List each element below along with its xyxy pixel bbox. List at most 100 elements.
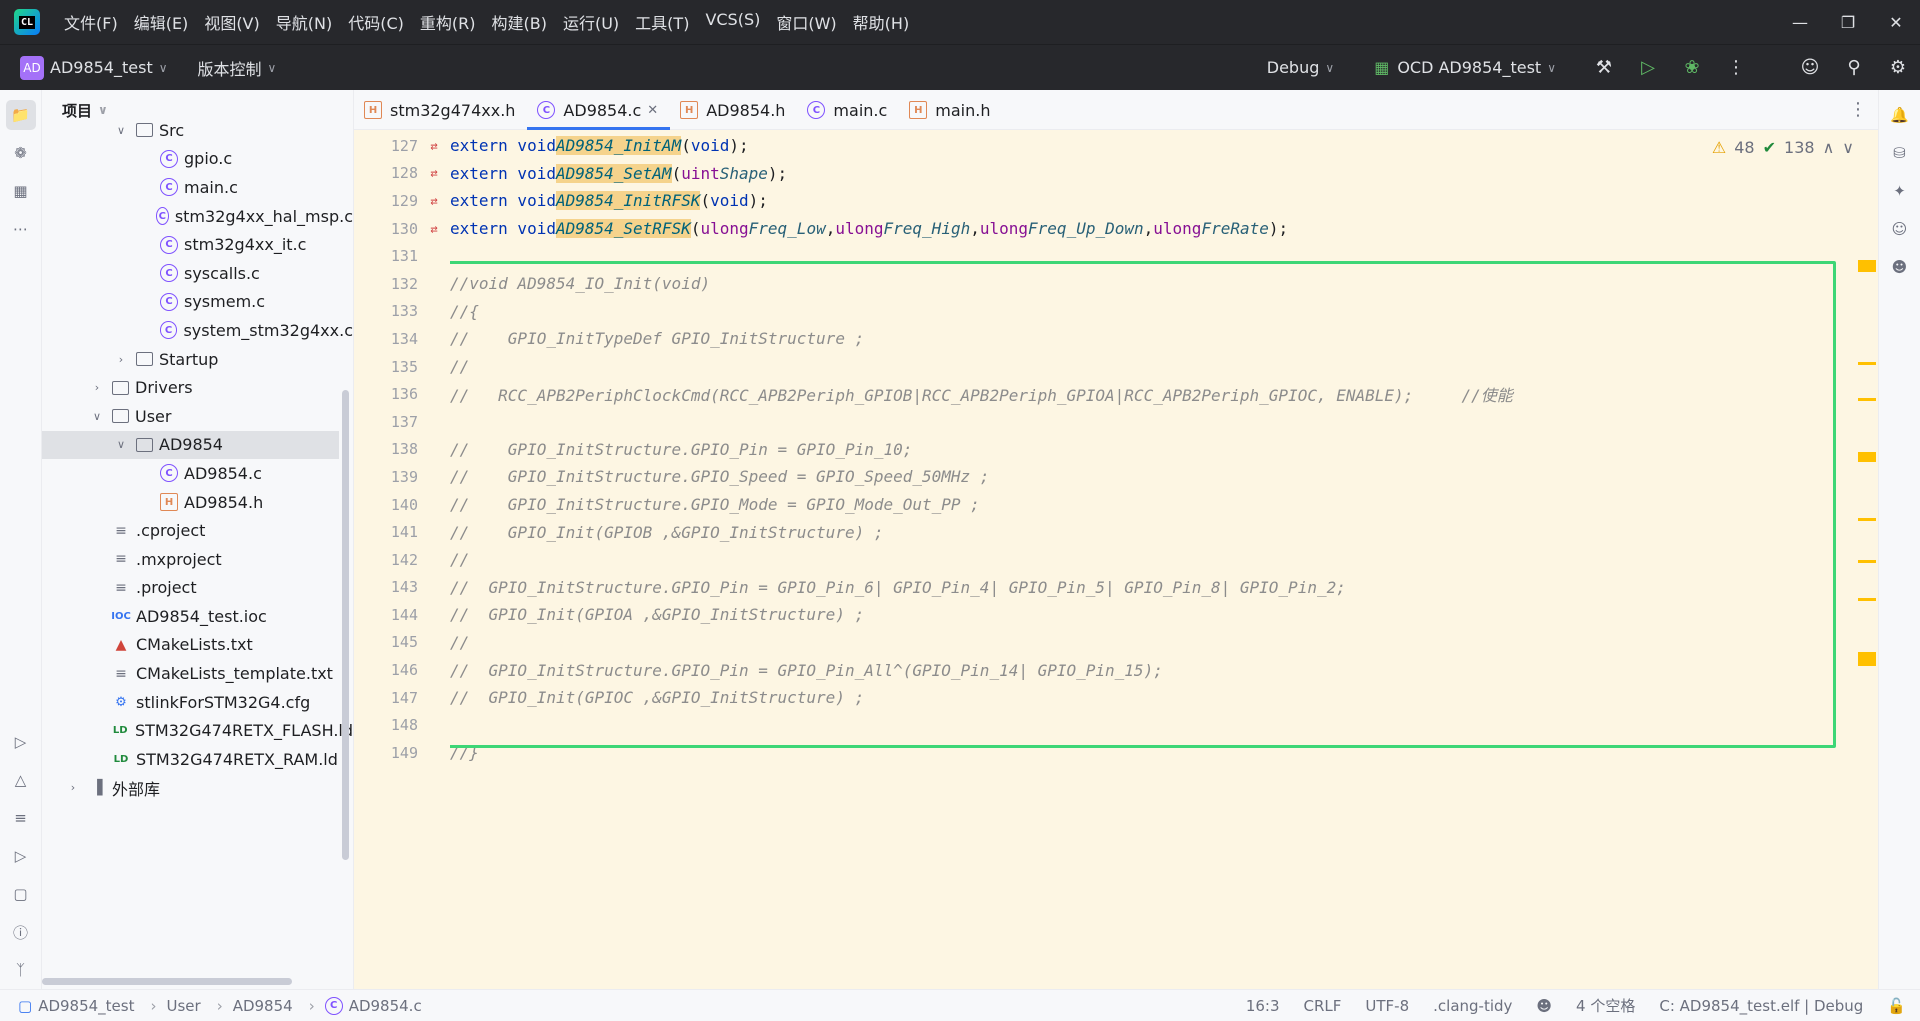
code-line[interactable]: // GPIO_InitStructure.GPIO_Speed = GPIO_… [450, 463, 1856, 491]
menu-item[interactable]: 视图(V) [196, 10, 267, 34]
tree-item[interactable]: Csysmem.c [42, 288, 353, 317]
build-hammer-icon[interactable]: ⚒ [1582, 57, 1626, 78]
close-icon[interactable]: ✕ [647, 103, 658, 118]
code-line[interactable]: // RCC_APB2PeriphClockCmd(RCC_APB2Periph… [450, 380, 1856, 408]
chevron-down-icon[interactable]: ∨ [114, 124, 128, 137]
gutter-line[interactable]: 129 ⇄ [354, 187, 450, 215]
tree-item[interactable]: Cmain.c [42, 173, 353, 202]
menu-item[interactable]: 重构(R) [412, 10, 484, 34]
gutter-line[interactable]: 149 [354, 739, 450, 767]
ai-chat-icon[interactable]: ☺ [1885, 214, 1915, 244]
chevron-up-icon[interactable]: ∧ [1823, 138, 1835, 157]
run-config-selector[interactable]: ▦ OCD AD9854_test ∨ [1374, 58, 1556, 77]
gutter-line[interactable]: 146 [354, 656, 450, 684]
tree-item[interactable]: LD STM32G474RETX_RAM.ld [42, 745, 353, 774]
services-icon[interactable]: ▷ [6, 841, 36, 871]
tree-item[interactable]: ▲ CMakeLists.txt [42, 631, 353, 660]
editor-tab[interactable]: C AD9854.c ✕ [527, 90, 670, 130]
gutter-line[interactable]: 140 [354, 491, 450, 519]
more-tools-icon[interactable]: ⋯ [6, 214, 36, 244]
git-branch-icon[interactable]: ᛉ [6, 955, 36, 985]
editor-tab[interactable]: Hstm32g474xx.h [354, 90, 527, 130]
menu-item[interactable]: 导航(N) [268, 10, 340, 34]
caret-position[interactable]: 16:3 [1246, 997, 1280, 1015]
tree-item[interactable]: › Drivers [42, 373, 353, 402]
chevron-right-icon[interactable]: › [66, 781, 80, 794]
gutter-line[interactable]: 142 [354, 546, 450, 574]
code-line[interactable] [450, 711, 1856, 739]
notifications-bell-icon[interactable]: 🔔 [1885, 100, 1915, 130]
add-user-icon[interactable]: ☺ [1788, 57, 1832, 78]
editor-tab[interactable]: Hmain.h [899, 90, 1002, 130]
tree-item[interactable]: › Startup [42, 345, 353, 374]
gutter-line[interactable]: 137 [354, 408, 450, 436]
project-selector[interactable]: AD AD9854_test ∨ [20, 55, 168, 80]
tree-item[interactable]: ≡ .project [42, 574, 353, 603]
implementation-arrow-icon[interactable]: ⇄ [424, 139, 444, 153]
code-line[interactable]: // GPIO_InitStructure.GPIO_Pin = GPIO_Pi… [450, 656, 1856, 684]
code-line[interactable]: // GPIO_Init(GPIOB ,&GPIO_InitStructure)… [450, 518, 1856, 546]
code-text[interactable]: extern void AD9854_InitAM(void); extern v… [450, 130, 1856, 989]
gutter-line[interactable]: 135 [354, 353, 450, 381]
code-line[interactable] [450, 408, 1856, 436]
chevron-down-icon[interactable]: ∨ [114, 438, 128, 451]
run-context[interactable]: C: AD9854_test.elf | Debug [1659, 997, 1863, 1015]
code-line[interactable]: extern void AD9854_SetRFSK(ulong Freq_Lo… [450, 215, 1856, 243]
gutter-line[interactable]: 136 [354, 380, 450, 408]
gutter-line[interactable]: 133 [354, 298, 450, 326]
breadcrumb-item[interactable]: User [166, 997, 200, 1015]
search-icon[interactable]: ⚲ [1832, 57, 1876, 78]
problems-icon[interactable]: ⓘ [6, 917, 36, 947]
tree-item[interactable]: IOC AD9854_test.ioc [42, 602, 353, 631]
menu-item[interactable]: 代码(C) [340, 10, 412, 34]
menu-item[interactable]: 运行(U) [555, 10, 627, 34]
gutter-line[interactable]: 132 [354, 270, 450, 298]
code-line[interactable]: // GPIO_InitStructure.GPIO_Mode = GPIO_M… [450, 491, 1856, 519]
editor-tab[interactable]: H AD9854.h [670, 90, 797, 130]
more-icon[interactable]: ⋮ [1838, 99, 1878, 120]
gutter-line[interactable]: 131 [354, 242, 450, 270]
editor-scrollbar[interactable] [1856, 130, 1878, 989]
code-line[interactable]: // GPIO_Init(GPIOA ,&GPIO_InitStructure)… [450, 601, 1856, 629]
menu-item[interactable]: 编辑(E) [126, 10, 197, 34]
implementation-arrow-icon[interactable]: ⇄ [424, 166, 444, 180]
cmake-tool-icon[interactable]: △ [6, 765, 36, 795]
code-line[interactable] [450, 242, 1856, 270]
chevron-right-icon[interactable]: › [90, 381, 104, 394]
tree-item[interactable]: ∨ AD9854 [42, 430, 339, 460]
tree-item[interactable]: LD STM32G474RETX_FLASH.ld [42, 716, 353, 745]
ai-assistant-icon[interactable]: ❁ [6, 138, 36, 168]
code-line[interactable]: // GPIO_InitStructure.GPIO_Pin = GPIO_Pi… [450, 436, 1856, 464]
menu-item[interactable]: 工具(T) [627, 10, 697, 34]
chevron-down-icon[interactable]: ∨ [90, 410, 104, 423]
project-scrollbar[interactable] [342, 390, 349, 860]
code-line[interactable]: //} [450, 739, 1856, 767]
implementation-arrow-icon[interactable]: ⇄ [424, 194, 444, 208]
tree-item[interactable]: ⚙ stlinkForSTM32G4.cfg [42, 688, 353, 717]
lock-icon[interactable]: 🔓 [1887, 997, 1906, 1015]
chevron-down-icon[interactable]: ∨ [1842, 138, 1854, 157]
run-icon[interactable]: ▷ [1626, 57, 1670, 78]
gutter-line[interactable]: 147 [354, 684, 450, 712]
code-line[interactable]: // [450, 546, 1856, 574]
project-horizontal-scrollbar[interactable] [42, 978, 292, 985]
tree-item[interactable]: Csyscalls.c [42, 259, 353, 288]
file-encoding[interactable]: UTF-8 [1365, 997, 1409, 1015]
clang-tidy-status[interactable]: .clang-tidy [1433, 997, 1512, 1015]
code-line[interactable]: // GPIO_InitStructure.GPIO_Pin = GPIO_Pi… [450, 574, 1856, 602]
tree-item[interactable]: Cgpio.c [42, 145, 353, 174]
run-tool-icon[interactable]: ▷ [6, 727, 36, 757]
menu-item[interactable]: 构建(B) [484, 10, 555, 34]
tree-item[interactable]: Cstm32g4xx_it.c [42, 230, 353, 259]
gutter-line[interactable]: 130 ⇄ [354, 215, 450, 243]
gutter-line[interactable]: 144 [354, 601, 450, 629]
gutter-line[interactable]: 127 ⇄ [354, 132, 450, 160]
scroll-thumb[interactable] [1858, 260, 1876, 272]
tree-item[interactable]: ∨ User [42, 402, 353, 431]
gutter-line[interactable]: 148 [354, 711, 450, 739]
gutter-line[interactable]: 139 [354, 463, 450, 491]
copilot-icon[interactable]: ☻ [1885, 252, 1915, 282]
code-line[interactable]: extern void AD9854_InitRFSK(void); [450, 187, 1856, 215]
code-line[interactable]: // [450, 629, 1856, 657]
tree-item[interactable]: › ▐ 外部库 [42, 774, 353, 803]
